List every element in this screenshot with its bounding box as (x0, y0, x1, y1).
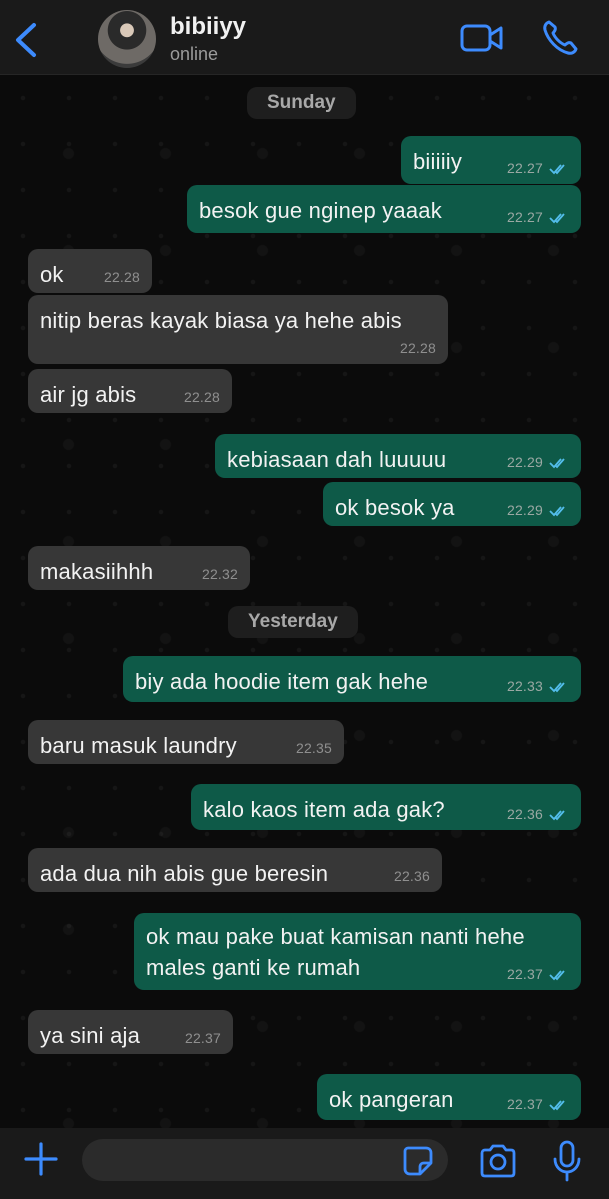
message-time: 22.37 (507, 966, 569, 982)
message-composer (0, 1128, 609, 1199)
phone-icon[interactable] (540, 18, 580, 58)
chat-header: bibiiyy online (0, 0, 609, 75)
message-bubble-outgoing[interactable]: ok besok ya 22.29 (323, 482, 581, 526)
message-text: nitip beras kayak biasa ya hehe abis (40, 308, 402, 333)
message-bubble-outgoing[interactable]: biy ada hoodie item gak hehe 22.33 (123, 656, 581, 702)
message-time: 22.36 (393, 868, 430, 884)
message-bubble-incoming[interactable]: ada dua nih abis gue beresin 22.36 (28, 848, 442, 892)
message-time: 22.32 (201, 566, 238, 582)
message-text: air jg abis (40, 382, 137, 407)
message-time: 22.37 (184, 1030, 221, 1046)
read-receipt-icon (549, 810, 565, 821)
message-bubble-incoming[interactable]: makasiihhh 22.32 (28, 546, 250, 590)
message-time: 22.27 (507, 160, 569, 176)
message-bubble-incoming[interactable]: ya sini aja 22.37 (28, 1010, 233, 1054)
message-bubble-outgoing[interactable]: ok pangeran 22.37 (317, 1074, 581, 1120)
message-text: ok pangeran (329, 1087, 454, 1112)
message-text: besok gue nginep yaaak (199, 198, 442, 223)
read-receipt-icon (549, 213, 565, 224)
message-bubble-outgoing[interactable]: besok gue nginep yaaak 22.27 (187, 185, 581, 233)
message-bubble-incoming[interactable]: nitip beras kayak biasa ya hehe abis 22.… (28, 295, 448, 364)
date-divider-sunday: Sunday (247, 87, 356, 119)
message-time: 22.29 (507, 502, 569, 518)
read-receipt-icon (549, 458, 565, 469)
message-time: 22.29 (507, 454, 569, 470)
message-input[interactable] (82, 1139, 448, 1181)
message-text-line: ok mau pake buat kamisan nanti hehe (146, 924, 525, 949)
message-text-line: males ganti ke rumah (146, 955, 361, 980)
contact-status: online (170, 44, 219, 64)
contact-name[interactable]: bibiiyy (170, 13, 246, 41)
read-receipt-icon (549, 682, 565, 693)
message-bubble-incoming[interactable]: air jg abis 22.28 (28, 369, 232, 413)
read-receipt-icon (549, 164, 565, 175)
sticker-icon[interactable] (402, 1145, 434, 1177)
microphone-icon[interactable] (550, 1140, 584, 1182)
video-camera-icon[interactable] (460, 22, 504, 54)
message-time: 22.28 (183, 389, 220, 405)
message-time: 22.28 (399, 340, 436, 356)
message-time: 22.27 (507, 209, 569, 225)
message-time: 22.37 (507, 1096, 569, 1112)
message-text: ok (40, 262, 64, 287)
chat-area[interactable]: Sunday biiiiiy 22.27 besok gue nginep ya… (0, 75, 609, 1128)
message-text: kebiasaan dah luuuuu (227, 447, 447, 472)
message-text: makasiihhh (40, 559, 154, 584)
message-time: 22.36 (507, 806, 569, 822)
message-time: 22.28 (103, 269, 140, 285)
message-bubble-outgoing[interactable]: kalo kaos item ada gak? 22.36 (191, 784, 581, 830)
message-bubble-incoming[interactable]: ok 22.28 (28, 249, 152, 293)
message-time: 22.35 (295, 740, 332, 756)
message-bubble-outgoing[interactable]: ok mau pake buat kamisan nanti hehe males… (134, 913, 581, 990)
read-receipt-icon (549, 1100, 565, 1111)
message-bubble-outgoing[interactable]: biiiiiy 22.27 (401, 136, 581, 184)
message-text: ok mau pake buat kamisan nanti hehe males… (146, 921, 525, 983)
message-bubble-incoming[interactable]: baru masuk laundry 22.35 (28, 720, 344, 764)
message-text: biiiiiy (413, 149, 463, 174)
read-receipt-icon (549, 970, 565, 981)
message-text: ok besok ya (335, 495, 455, 520)
date-divider-yesterday: Yesterday (228, 606, 358, 638)
message-text: kalo kaos item ada gak? (203, 797, 445, 822)
contact-avatar[interactable] (98, 10, 156, 68)
camera-icon[interactable] (478, 1143, 518, 1179)
read-receipt-icon (549, 506, 565, 517)
message-bubble-outgoing[interactable]: kebiasaan dah luuuuu 22.29 (215, 434, 581, 478)
plus-icon[interactable] (22, 1140, 60, 1178)
chevron-left-icon[interactable] (10, 20, 42, 60)
message-text: ya sini aja (40, 1023, 141, 1048)
message-text: biy ada hoodie item gak hehe (135, 669, 429, 694)
message-time: 22.33 (507, 678, 569, 694)
message-text: ada dua nih abis gue beresin (40, 861, 329, 886)
message-text: baru masuk laundry (40, 733, 237, 758)
